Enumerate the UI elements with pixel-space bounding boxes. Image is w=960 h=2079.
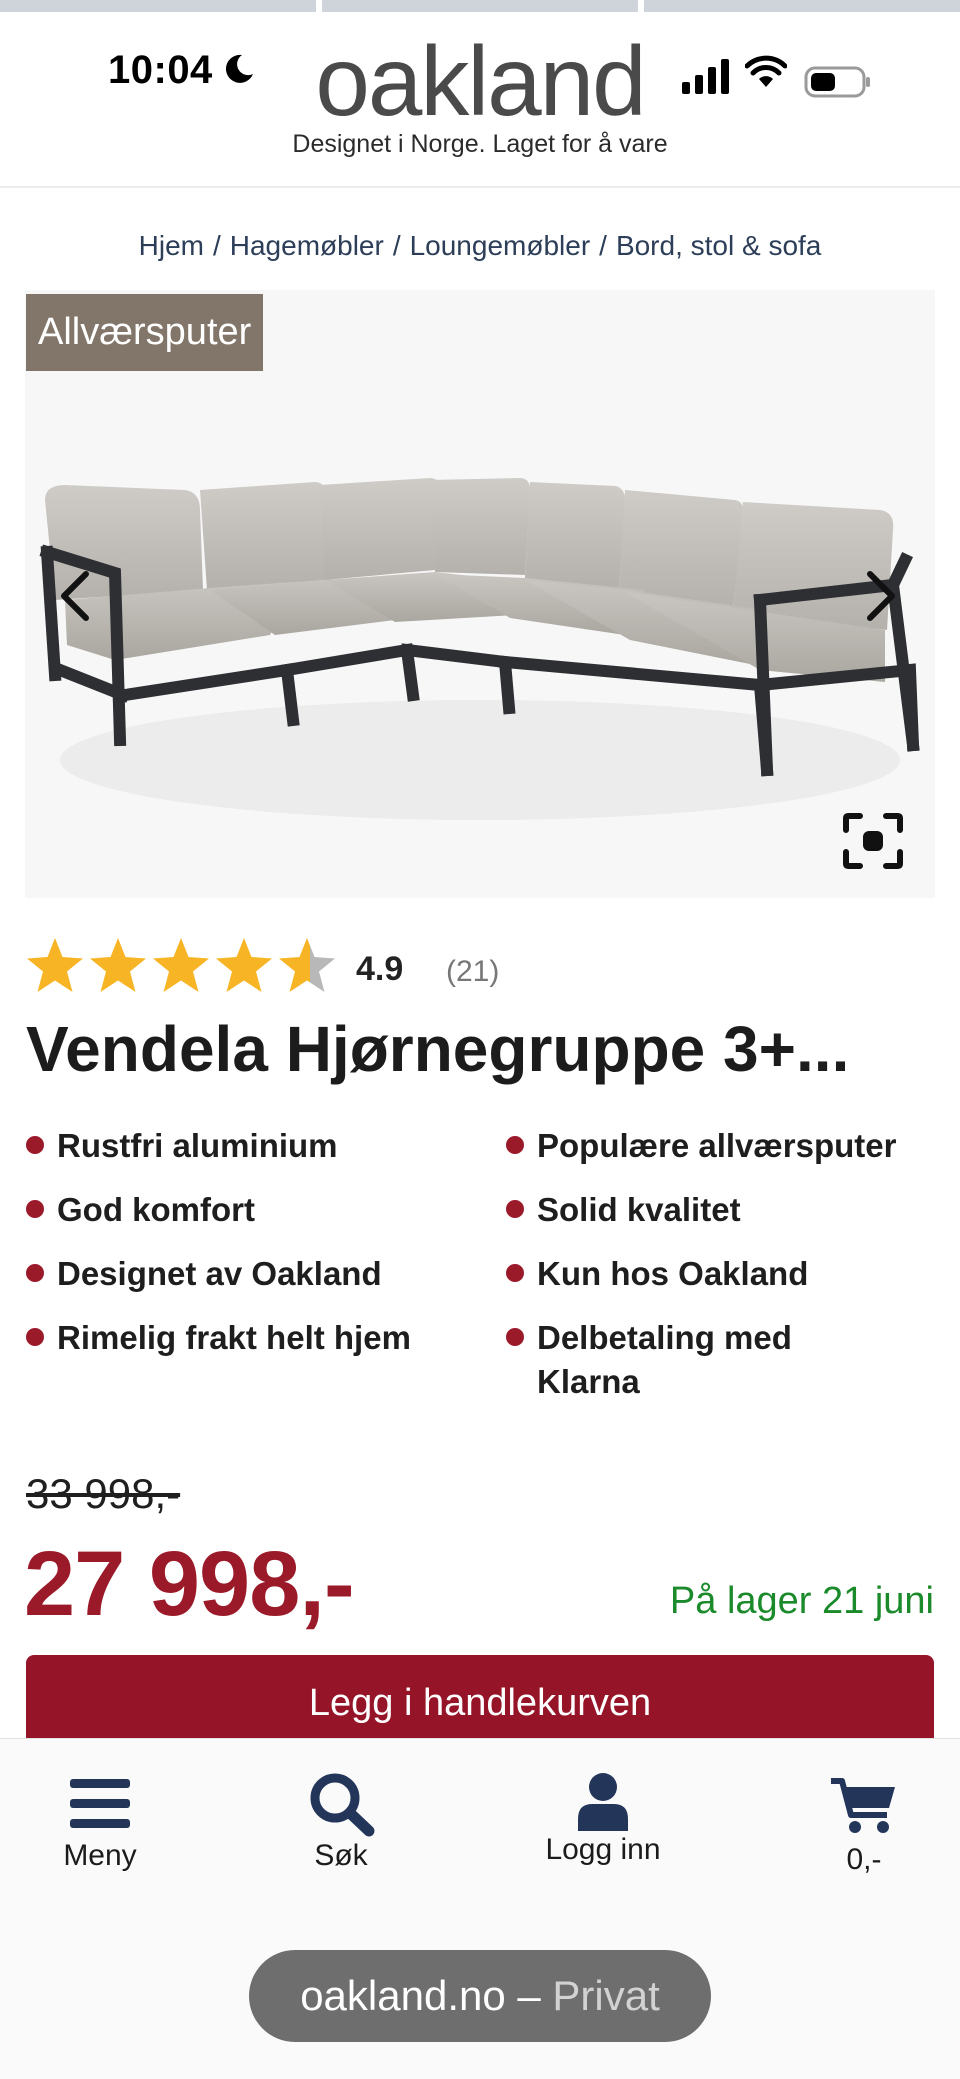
feature-item: Rustfri aluminium [26, 1124, 338, 1168]
breadcrumb-separator: / [212, 230, 221, 261]
next-image-arrow-icon[interactable] [860, 566, 904, 626]
breadcrumb-table-chair-sofa[interactable]: Bord, stol & sofa [616, 230, 821, 261]
nav-search-label: Søk [314, 1839, 368, 1872]
nav-cart-total: 0,- [846, 1843, 882, 1876]
breadcrumb-lounge-furniture[interactable]: Loungemøbler [410, 230, 591, 261]
wifi-icon [745, 55, 787, 87]
browser-tab[interactable] [0, 0, 316, 12]
bullet-icon [506, 1264, 524, 1282]
bullet-icon [26, 1200, 44, 1218]
feature-item: Designet av Oakland [26, 1252, 382, 1296]
user-icon [578, 1773, 628, 1831]
rating-stars[interactable] [26, 934, 336, 996]
feature-item: Populære allværsputer [506, 1124, 896, 1168]
bottom-navigation: Meny Søk Logg inn 0,- [0, 1738, 960, 1939]
feature-item: Solid kvalitet [506, 1188, 741, 1232]
feature-item: God komfort [26, 1188, 255, 1232]
review-count[interactable]: (21) [446, 955, 499, 989]
current-price: 27 998,- [24, 1533, 355, 1635]
star-half-icon [279, 938, 335, 992]
bullet-icon [26, 1264, 44, 1282]
add-to-cart-button[interactable]: Legg i handlekurven [26, 1655, 934, 1745]
search-icon [310, 1773, 375, 1837]
private-mode-label: Privat [552, 1972, 660, 2019]
product-image [39, 478, 920, 820]
nav-login[interactable]: Logg inn [503, 1773, 703, 1867]
battery-icon [804, 66, 870, 98]
nav-search[interactable]: Søk [241, 1773, 441, 1873]
star-icon [27, 938, 83, 992]
bullet-icon [26, 1328, 44, 1346]
rating-value: 4.9 [356, 950, 404, 988]
product-title: Vendela Hjørnegruppe 3+... [26, 1013, 850, 1085]
old-price: 33 998,- [26, 1470, 181, 1517]
breadcrumb: Hjem / Hagemøbler / Loungemøbler / Bord, stol … [0, 230, 960, 262]
cellular-signal-icon [682, 59, 729, 94]
browser-tab[interactable] [322, 0, 638, 12]
nav-cart[interactable]: 0,- [764, 1777, 960, 1877]
stock-status: På lager 21 juni [669, 1580, 934, 1622]
star-icon [216, 938, 272, 992]
breadcrumb-home[interactable]: Hjem [139, 230, 204, 261]
nav-menu[interactable]: Meny [0, 1777, 200, 1873]
product-badge: Allværsputer [26, 294, 264, 371]
feature-item: Rimelig frakt helt hjem [26, 1316, 411, 1360]
feature-item: Kun hos Oakland [506, 1252, 808, 1296]
browser-address-bar[interactable]: oakland.no – Privat [249, 1950, 711, 2042]
bullet-icon [506, 1328, 524, 1346]
breadcrumb-separator: / [599, 230, 607, 261]
cart-icon [831, 1778, 895, 1833]
menu-icon [70, 1779, 130, 1828]
star-icon [90, 938, 146, 992]
site-tagline: Designet i Norge. Laget for å vare [292, 130, 668, 158]
breadcrumb-separator: / [392, 230, 401, 261]
previous-image-arrow-icon[interactable] [52, 566, 96, 626]
browser-domain: oakland.no [300, 1972, 506, 2019]
nav-login-label: Logg inn [545, 1833, 661, 1866]
fullscreen-zoom-icon[interactable] [842, 812, 904, 870]
nav-menu-label: Meny [63, 1839, 137, 1872]
bullet-icon [26, 1136, 44, 1154]
star-icon [153, 938, 209, 992]
bullet-icon [506, 1136, 524, 1154]
feature-item: Delbetaling med Klarna [506, 1316, 806, 1404]
breadcrumb-garden-furniture[interactable]: Hagemøbler [230, 230, 384, 261]
browser-tab[interactable] [644, 0, 960, 12]
browser-dash: – [505, 1972, 553, 2019]
site-header: 10:04 oakland Designet i Norge. Laget fo… [0, 12, 960, 188]
browser-tab-strip [0, 0, 960, 12]
product-image-carousel[interactable] [25, 290, 935, 898]
bullet-icon [506, 1200, 524, 1218]
